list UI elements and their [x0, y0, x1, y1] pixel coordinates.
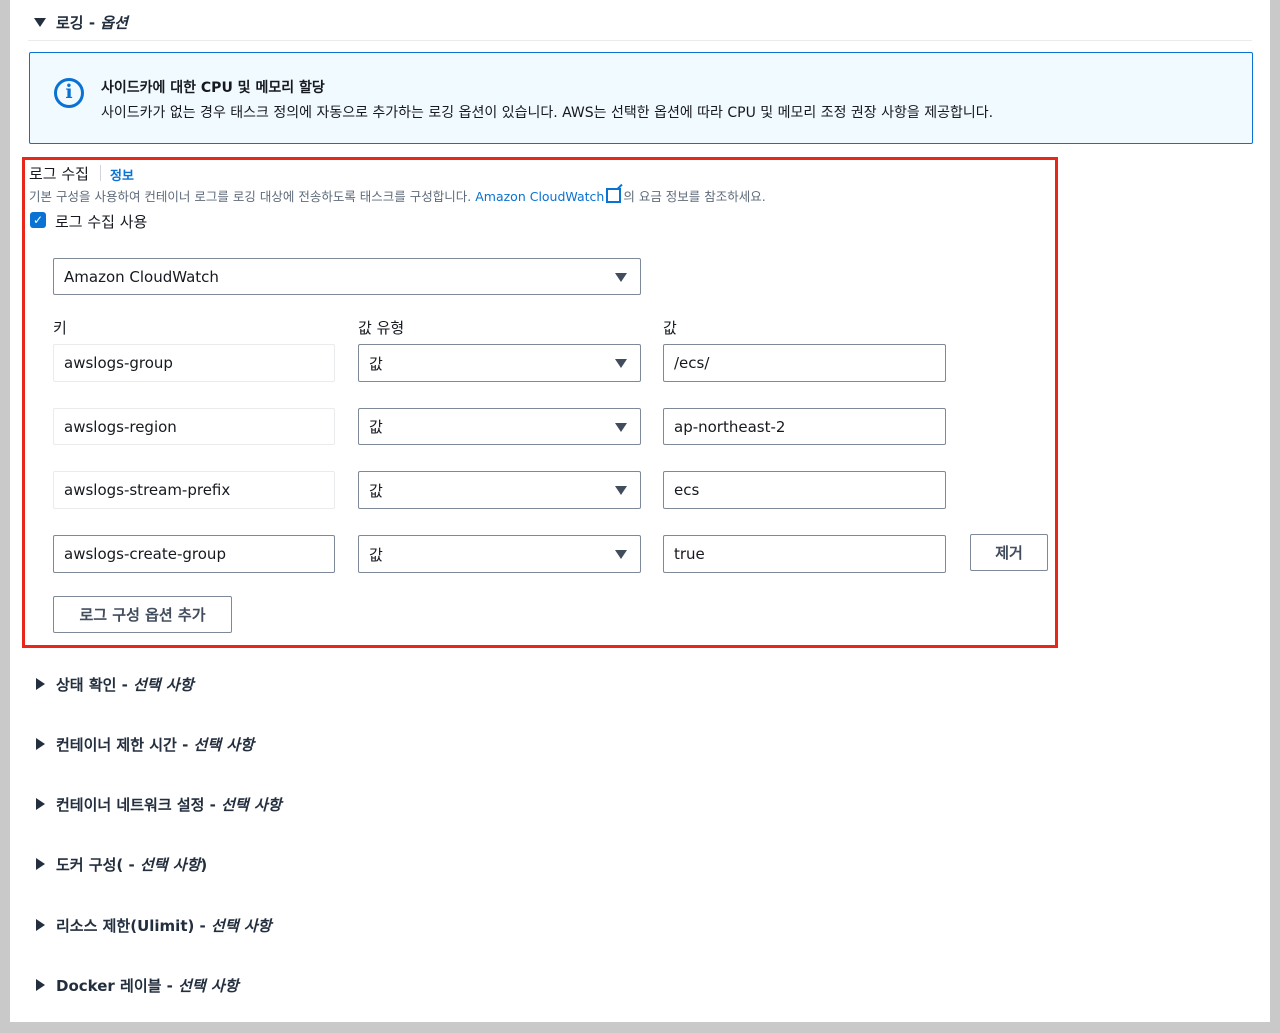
log-collection-highlight [22, 157, 1058, 648]
caret-down-icon [615, 550, 627, 559]
key-field[interactable]: awslogs-stream-prefix [53, 471, 335, 509]
remove-button[interactable]: 제거 [970, 534, 1048, 571]
value-field[interactable]: /ecs/ [663, 344, 946, 382]
external-link-icon [606, 188, 622, 203]
section-title: 리소스 제한(Ulimit) - 선택 사항 [56, 917, 272, 935]
caret-right-icon [36, 678, 45, 690]
value-type-text: 값 [369, 545, 383, 564]
caret-right-icon [36, 919, 45, 931]
caret-right-icon [36, 979, 45, 991]
column-header-value-type: 값 유형 [358, 319, 405, 337]
value-type-text: 값 [369, 354, 383, 373]
value-type-select[interactable]: 값 [358, 408, 641, 445]
caret-down-icon [34, 18, 46, 27]
section-title: 도커 구성( - 선택 사항) [56, 856, 208, 874]
caret-right-icon [36, 858, 45, 870]
value-type-select[interactable]: 값 [358, 344, 641, 382]
section-title: Docker 레이블 - 선택 사항 [56, 977, 239, 995]
section-title: 컨테이너 제한 시간 - 선택 사항 [56, 736, 254, 754]
value-type-select[interactable]: 값 [358, 471, 641, 509]
destination-value: Amazon CloudWatch [64, 267, 219, 286]
checkbox-label: 로그 수집 사용 [55, 213, 148, 231]
value-type-select[interactable]: 값 [358, 535, 641, 573]
value-field[interactable]: ap-northeast-2 [663, 408, 946, 445]
value-field[interactable]: true [663, 535, 946, 573]
section-title: 상태 확인 - 선택 사항 [56, 676, 194, 694]
caret-right-icon [36, 738, 45, 750]
add-log-option-button[interactable]: 로그 구성 옵션 추가 [53, 596, 232, 633]
log-collection-label: 로그 수집 [29, 165, 89, 183]
value-field[interactable]: ecs [663, 471, 946, 509]
info-link[interactable]: 정보 [110, 165, 134, 184]
log-destination-select[interactable]: Amazon CloudWatch [53, 258, 641, 295]
caret-down-icon [615, 422, 627, 432]
info-alert: i 사이드카에 대한 CPU 및 메모리 할당 사이드카가 없는 경우 태스크 … [29, 52, 1253, 144]
key-field[interactable]: awslogs-group [53, 344, 335, 382]
key-field[interactable]: awslogs-create-group [53, 535, 335, 573]
caret-down-icon [615, 359, 627, 368]
column-header-key: 키 [53, 319, 67, 337]
column-header-value: 값 [663, 319, 677, 337]
caret-down-icon [615, 486, 627, 495]
checkbox-checked-icon: ✓ [30, 212, 46, 228]
value-type-text: 값 [369, 481, 383, 500]
caret-right-icon [36, 798, 45, 810]
label-separator [100, 165, 101, 181]
section-divider [28, 40, 1252, 41]
info-circle-icon: i [54, 78, 84, 108]
log-collection-description: 기본 구성을 사용하여 컨테이너 로그를 로깅 대상에 전송하도록 태스크를 구… [29, 188, 766, 204]
cloudwatch-pricing-link[interactable]: Amazon CloudWatch [475, 189, 604, 204]
logging-section-title: 로깅 - 옵션 [56, 14, 128, 32]
alert-body: 사이드카가 없는 경우 태스크 정의에 자동으로 추가하는 로깅 옵션이 있습니… [101, 105, 994, 121]
caret-down-icon [615, 272, 627, 282]
value-type-text: 값 [369, 418, 383, 436]
section-title: 컨테이너 네트워크 설정 - 선택 사항 [56, 796, 282, 814]
key-field[interactable]: awslogs-region [53, 408, 335, 445]
log-collection-checkbox[interactable]: ✓ [30, 212, 46, 228]
alert-title: 사이드카에 대한 CPU 및 메모리 할당 [101, 80, 325, 96]
